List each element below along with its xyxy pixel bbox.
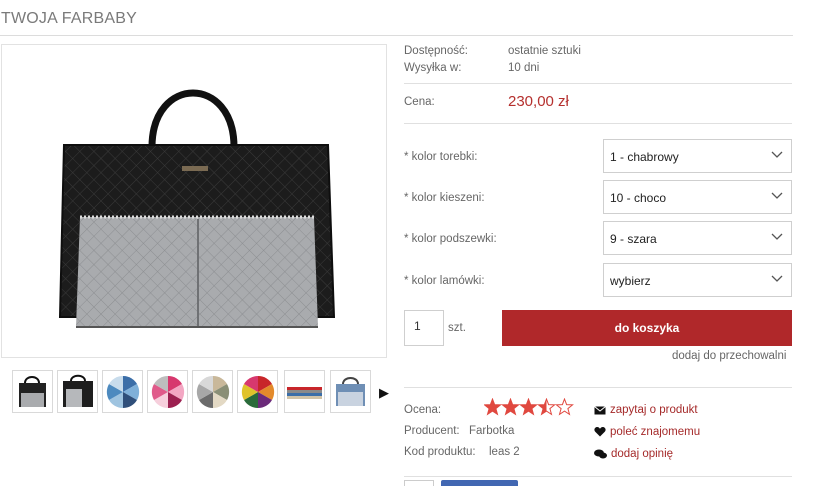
product-code-label: Kod produktu: <box>404 446 476 458</box>
star-filled-icon[interactable] <box>502 399 519 415</box>
availability-label: Dostępność: <box>404 45 468 57</box>
option-label-trim-color: * kolor lamówki: <box>404 275 485 287</box>
recommend-link[interactable]: poleć znajomemu <box>594 426 700 438</box>
chevron-down-icon <box>771 275 783 282</box>
star-filled-icon[interactable] <box>484 399 501 415</box>
star-filled-icon[interactable] <box>520 399 537 415</box>
add-review-label: dodaj opinię <box>611 448 674 460</box>
envelope-icon <box>594 406 606 415</box>
title-divider <box>0 35 793 36</box>
availability-value: ostatnie sztuki <box>508 45 581 57</box>
heart-icon <box>594 427 606 437</box>
thumbnail-4[interactable] <box>147 370 188 413</box>
divider <box>404 476 792 477</box>
quantity-unit: szt. <box>448 322 466 334</box>
shipping-label: Wysyłka w: <box>404 62 462 74</box>
quantity-input[interactable]: 1 <box>404 310 444 346</box>
share-button[interactable] <box>404 480 434 486</box>
divider <box>404 123 792 124</box>
chevron-down-icon <box>771 192 783 199</box>
select-pocket-color[interactable]: 10 - choco <box>603 180 792 214</box>
comments-icon <box>594 449 607 459</box>
shipping-value: 10 dni <box>508 62 540 74</box>
add-to-cart-button[interactable]: do koszyka <box>502 310 792 346</box>
thumbnail-8[interactable] <box>330 370 371 413</box>
price-label: Cena: <box>404 96 435 108</box>
price-value: 230,00 zł <box>508 93 569 110</box>
thumbnail-next-arrow-icon[interactable]: ▶ <box>379 385 389 401</box>
recommend-label: poleć znajomemu <box>610 426 701 438</box>
select-value: wybierz <box>610 274 651 288</box>
facebook-button[interactable] <box>441 480 518 486</box>
product-code-value: leas 2 <box>489 446 520 458</box>
rating-stars[interactable] <box>483 397 574 422</box>
select-lining-color[interactable]: 9 - szara <box>603 221 792 255</box>
thumbnail-7[interactable] <box>284 370 325 413</box>
ask-about-product-label: zapytaj o produkt <box>610 404 698 416</box>
select-value: 9 - szara <box>610 232 657 246</box>
add-to-wishlist-link[interactable]: dodaj do przechowalni <box>672 350 786 362</box>
option-label-lining-color: * kolor podszewki: <box>404 233 497 245</box>
ask-about-product-link[interactable]: zapytaj o produkt <box>594 404 698 416</box>
producer-label: Producent: <box>404 425 460 437</box>
option-label-bag-color: * kolor torebki: <box>404 151 478 163</box>
add-review-link[interactable]: dodaj opinię <box>594 448 673 460</box>
divider <box>404 83 792 84</box>
product-main-image[interactable] <box>1 44 387 358</box>
select-bag-color[interactable]: 1 - chabrowy <box>603 139 792 173</box>
thumbnail-3[interactable] <box>102 370 143 413</box>
select-value: 10 - choco <box>610 191 667 205</box>
rating-label: Ocena: <box>404 404 442 416</box>
option-label-pocket-color: * kolor kieszeni: <box>404 192 485 204</box>
chevron-down-icon <box>771 233 783 240</box>
star-outline-icon[interactable] <box>555 397 574 416</box>
thumbnail-1[interactable] <box>12 370 53 413</box>
divider <box>404 387 792 388</box>
chevron-down-icon <box>771 151 783 158</box>
page-title: TWOJA FARBABY <box>1 10 137 27</box>
thumbnail-2[interactable] <box>57 370 98 413</box>
producer-value[interactable]: Farbotka <box>469 425 514 437</box>
select-value: 1 - chabrowy <box>610 150 679 164</box>
thumbnail-6[interactable] <box>237 370 278 413</box>
thumbnail-5[interactable] <box>192 370 233 413</box>
select-trim-color[interactable]: wybierz <box>603 263 792 297</box>
